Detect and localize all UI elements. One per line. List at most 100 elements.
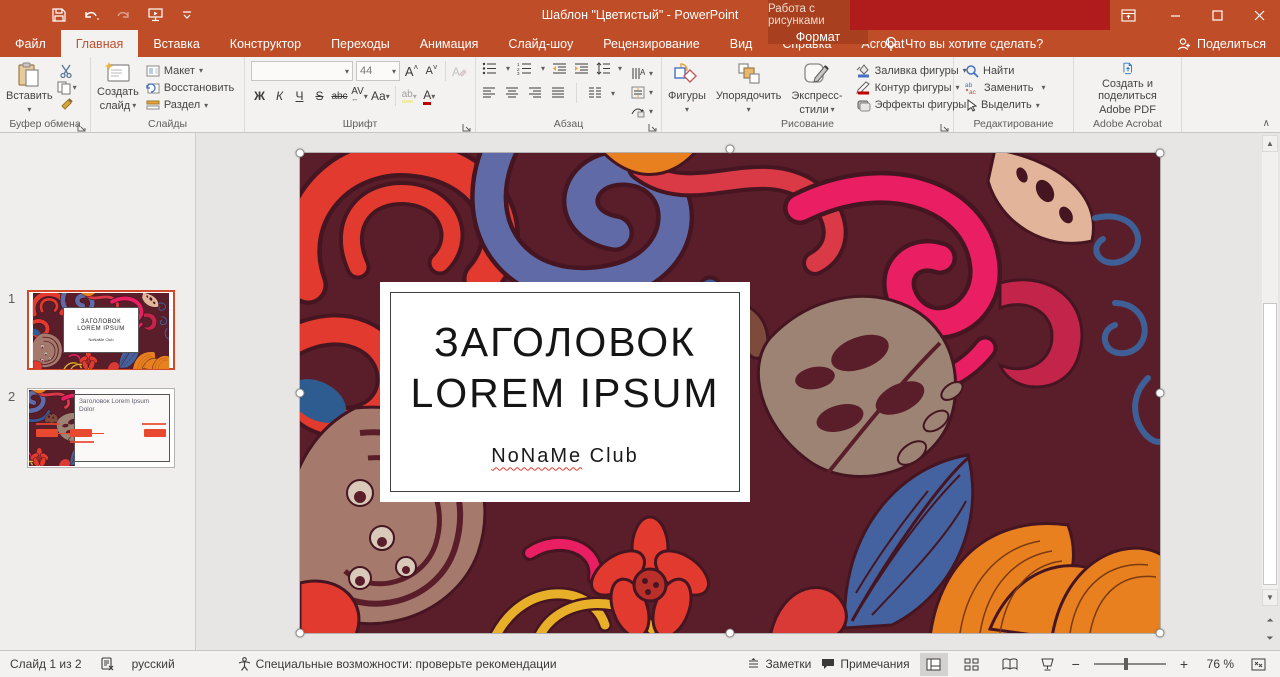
ribbon-display-options-icon[interactable] [1108,0,1148,30]
notes-toggle[interactable]: Заметки [747,657,811,671]
align-center-icon[interactable] [505,87,519,99]
tab-slideshow[interactable]: Слайд-шоу [493,30,588,57]
shapes-button[interactable]: Фигуры ▾ [664,60,710,118]
scroll-up-icon[interactable]: ▲ [1262,135,1278,152]
text-highlight-button[interactable]: ab▾ [401,87,418,106]
selection-handle-top-right[interactable] [1156,149,1165,158]
tab-file[interactable]: Файл [0,30,61,57]
comments-toggle[interactable]: Примечания [821,657,909,671]
align-text-button[interactable]: ▾ [628,83,656,101]
spell-check-icon[interactable] [100,657,114,671]
align-right-icon[interactable] [528,87,542,99]
account-name-box[interactable] [850,0,1110,30]
share-button[interactable]: Поделиться [1177,30,1266,57]
selection-handle-bottom-left[interactable] [296,629,305,638]
zoom-out-button[interactable]: − [1072,656,1080,672]
align-left-icon[interactable] [482,87,496,99]
tab-view[interactable]: Вид [715,30,768,57]
slideshow-view-button[interactable] [1034,653,1062,676]
line-spacing-icon[interactable] [596,62,611,75]
slide-thumbnail-1[interactable]: ЗАГОЛОВОКLOREM IPSUM NoNaMe Club [27,290,175,370]
tab-design[interactable]: Конструктор [215,30,316,57]
tab-review[interactable]: Рецензирование [588,30,715,57]
tab-insert[interactable]: Вставка [138,30,214,57]
bold-button[interactable]: Ж [251,87,268,106]
select-button[interactable]: Выделить▾ [962,97,1071,114]
slide-canvas[interactable]: ЗАГОЛОВОК LOREM IPSUM NoNaMe Club [300,153,1160,633]
maximize-icon[interactable] [1196,0,1238,30]
selection-handle-top-center[interactable] [726,145,735,154]
selection-handle-bottom-right[interactable] [1156,629,1165,638]
language-indicator[interactable]: русский [132,657,175,671]
font-dialog-launcher-icon[interactable] [462,119,473,130]
find-button[interactable]: Найти [962,62,1071,79]
numbering-icon[interactable]: 123 [517,62,534,75]
collapse-ribbon-icon[interactable]: ∧ [1263,118,1270,129]
font-name-combo[interactable]: ▾ [251,61,353,81]
copy-icon[interactable]: ▾ [57,79,77,96]
selection-handle-bottom-center[interactable] [726,629,735,638]
vertical-scrollbar[interactable]: ▲ ▼ [1262,135,1278,606]
section-button[interactable]: Раздел▾ [143,97,237,114]
clipboard-dialog-launcher-icon[interactable] [77,119,88,130]
next-slide-icon[interactable]: ⏷ [1262,630,1278,646]
drawing-dialog-launcher-icon[interactable] [940,119,951,130]
start-slideshow-icon[interactable] [146,6,164,24]
layout-button[interactable]: Макет▾ [143,62,237,79]
increase-indent-icon[interactable] [574,62,589,75]
increase-font-size-icon[interactable]: A˄ [403,62,420,81]
font-size-combo[interactable]: 44▾ [356,61,400,81]
strikethrough-abc-button[interactable]: abc [331,87,348,106]
tab-home[interactable]: Главная [61,30,139,57]
paste-button[interactable]: Вставить ▾ [2,60,57,118]
slide-thumbnail-2[interactable]: Заголовок Lorem IpsumDolor [27,388,175,468]
fit-slide-to-window-button[interactable] [1244,653,1272,676]
decrease-indent-icon[interactable] [552,62,567,75]
clear-formatting-icon[interactable]: A [451,62,468,81]
scrollbar-thumb[interactable] [1263,303,1277,585]
minimize-icon[interactable] [1154,0,1196,30]
strikethrough-button[interactable]: S [311,87,328,106]
scroll-down-icon[interactable]: ▼ [1262,589,1278,606]
undo-icon[interactable] [82,6,100,24]
underline-button[interactable]: Ч [291,87,308,106]
zoom-percentage[interactable]: 76 % [1198,657,1234,671]
normal-view-button[interactable] [920,653,948,676]
accessibility-checker[interactable]: Специальные возможности: проверьте реком… [238,657,557,671]
slide-counter[interactable]: Слайд 1 из 2 [10,657,82,671]
font-color-button[interactable]: А▾ [421,87,438,106]
save-icon[interactable] [50,6,68,24]
zoom-in-button[interactable]: + [1180,656,1188,672]
zoom-slider-thumb[interactable] [1124,658,1128,670]
selection-handle-middle-right[interactable] [1156,389,1165,398]
reading-view-button[interactable] [996,653,1024,676]
quick-styles-button[interactable]: Экспресс- стили▾ [787,60,846,118]
text-direction-button[interactable]: A▾ [628,64,656,82]
create-share-pdf-button[interactable]: Создать и поделиться Adobe PDF [1076,60,1179,118]
format-painter-icon[interactable] [57,97,77,114]
character-spacing-button[interactable]: AV↔▾ [351,87,368,106]
zoom-slider[interactable] [1094,663,1166,665]
reset-button[interactable]: Восстановить [143,79,237,96]
tab-picture-format[interactable]: Формат [768,30,868,44]
new-slide-button[interactable]: Создать слайд▾ [93,60,143,118]
previous-slide-icon[interactable]: ⏶ [1262,612,1278,628]
selection-handle-top-left[interactable] [296,149,305,158]
tab-animations[interactable]: Анимация [405,30,494,57]
slide-sorter-view-button[interactable] [958,653,986,676]
tell-me-box[interactable]: Что вы хотите сделать? [885,30,1043,57]
italic-button[interactable]: К [271,87,288,106]
cut-icon[interactable] [57,62,77,79]
slide-title-box[interactable]: ЗАГОЛОВОК LOREM IPSUM NoNaMe Club [380,282,750,502]
customize-qat-icon[interactable] [178,6,196,24]
replace-button[interactable]: abacЗаменить▾ [962,79,1071,96]
bullets-icon[interactable] [482,62,499,75]
selection-handle-middle-left[interactable] [296,389,305,398]
arrange-button[interactable]: Упорядочить ▾ [712,60,785,118]
columns-icon[interactable] [588,87,602,99]
tab-transitions[interactable]: Переходы [316,30,405,57]
change-case-button[interactable]: Aa▾ [371,87,390,106]
redo-icon[interactable] [114,6,132,24]
decrease-font-size-icon[interactable]: A˅ [423,62,440,81]
justify-icon[interactable] [551,87,565,99]
